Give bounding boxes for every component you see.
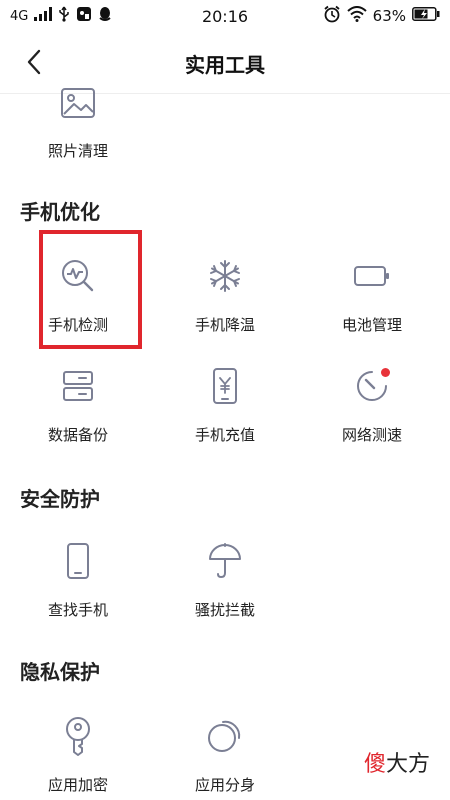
tool-label: 电池管理 [341,316,402,334]
tool-label: 骚扰拦截 [194,601,255,619]
tool-label: 应用加密 [47,776,108,794]
app-clone-icon [205,716,245,756]
section-title-security: 安全防护 [20,487,100,511]
notification-app-icon [76,6,92,26]
tool-app-encryption[interactable]: 应用加密 [3,716,153,800]
snowflake-icon [205,256,245,296]
tool-label: 应用分身 [194,776,255,794]
tool-label: 手机充值 [194,426,255,444]
tool-label: 手机降温 [194,316,255,334]
app-screen: 4G 20:16 63% 实用工具 照片清理 手机优化 手机检测 手机降温 电池… [0,0,450,800]
tool-app-clone[interactable]: 应用分身 [150,716,300,800]
tool-network-speed[interactable]: 网络测速 [297,366,447,466]
phone-recharge-icon [205,366,245,406]
wifi-icon [346,6,367,26]
section-title-privacy: 隐私保护 [20,660,100,684]
tool-label: 照片清理 [47,142,108,160]
alarm-icon [323,5,341,27]
tool-data-backup[interactable]: 数据备份 [3,366,153,466]
photo-icon [58,84,98,124]
network-type: 4G [10,8,29,24]
phone-icon [58,541,98,581]
watermark-part-1: 傻 [363,752,386,777]
tool-harassment-block[interactable]: 骚扰拦截 [150,541,300,641]
signal-icon [34,7,53,25]
notification-badge [381,368,390,377]
tool-phone-recharge[interactable]: 手机充值 [150,366,300,466]
tool-photo-cleanup[interactable]: 照片清理 [3,82,153,182]
status-left: 4G [10,6,112,26]
usb-icon [58,6,70,26]
umbrella-icon [205,541,245,581]
battery-icon [352,256,392,296]
tool-find-phone[interactable]: 查找手机 [3,541,153,641]
status-bar: 4G 20:16 63% [0,0,450,32]
page-title: 实用工具 [185,53,265,77]
battery-percent: 63% [372,7,406,25]
status-right: 63% [323,5,440,27]
tool-phone-check[interactable]: 手机检测 [3,256,153,356]
tool-label: 网络测速 [341,426,402,444]
backup-icon [58,366,98,406]
tool-label: 数据备份 [47,426,108,444]
qq-icon [98,6,112,26]
phone-check-icon [58,256,98,296]
battery-charging-icon [412,7,440,25]
tool-battery-management[interactable]: 电池管理 [297,256,447,356]
tool-label: 查找手机 [47,601,108,619]
watermark-part-2: 大方 [385,752,430,777]
section-title-optimization: 手机优化 [20,200,100,224]
tool-label: 手机检测 [47,316,108,334]
key-lock-icon [58,716,98,756]
tool-phone-cooling[interactable]: 手机降温 [150,256,300,356]
watermark-logo: 傻大方 [364,746,430,778]
